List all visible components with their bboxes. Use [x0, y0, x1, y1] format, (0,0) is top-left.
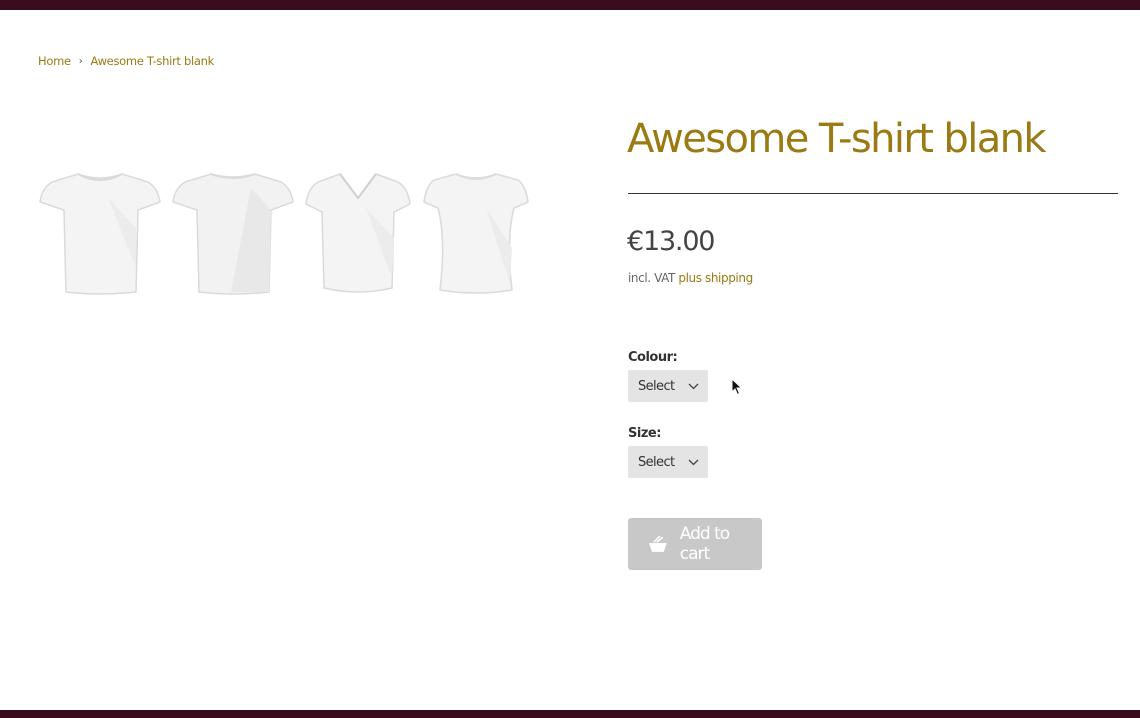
chevron-down-icon: [688, 383, 699, 389]
crew-neck-tshirt-image[interactable]: [38, 168, 162, 296]
v-neck-tshirt-image[interactable]: [304, 168, 412, 296]
top-bar: [0, 0, 1140, 10]
colour-select-value: Select: [638, 378, 675, 394]
title-divider: [628, 193, 1118, 194]
size-select[interactable]: Select: [628, 446, 708, 478]
product-price: €13.00: [627, 226, 715, 257]
bottom-bar: [0, 710, 1140, 718]
breadcrumb-separator: ›: [78, 55, 83, 67]
shipping-link[interactable]: plus shipping: [678, 271, 753, 285]
size-select-value: Select: [638, 454, 675, 470]
colour-select[interactable]: Select: [628, 370, 708, 402]
crew-neck-tshirt-alt-image[interactable]: [171, 168, 295, 296]
breadcrumb-current-link[interactable]: Awesome T-shirt blank: [90, 54, 214, 68]
product-gallery: [38, 168, 532, 298]
add-to-cart-button[interactable]: Add to cart: [628, 518, 762, 570]
product-title: Awesome T-shirt blank: [627, 116, 1047, 162]
colour-label: Colour:: [628, 350, 678, 365]
vat-text: incl. VAT: [628, 271, 675, 285]
breadcrumb: Home › Awesome T-shirt blank: [38, 54, 214, 68]
vat-info: incl. VAT plus shipping: [628, 271, 753, 285]
basket-icon: [648, 535, 667, 552]
mouse-pointer-icon: [731, 378, 743, 396]
size-label: Size:: [628, 426, 661, 441]
add-to-cart-label: Add to cart: [679, 524, 730, 564]
womens-tshirt-image[interactable]: [422, 168, 530, 296]
chevron-down-icon: [688, 459, 699, 465]
breadcrumb-home-link[interactable]: Home: [38, 54, 71, 68]
